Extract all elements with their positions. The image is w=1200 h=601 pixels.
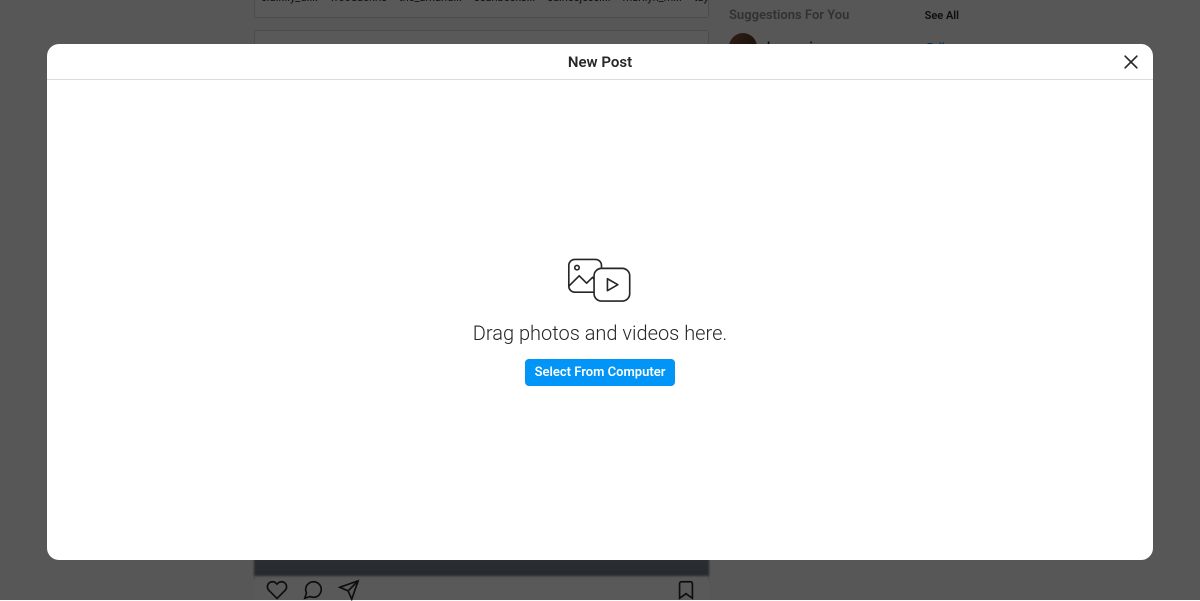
media-placeholder-icon <box>564 255 636 307</box>
drag-instruction-text: Drag photos and videos here. <box>473 321 727 345</box>
modal-body[interactable]: Drag photos and videos here. Select From… <box>47 80 1153 560</box>
close-button[interactable] <box>1119 50 1143 74</box>
select-from-computer-button[interactable]: Select From Computer <box>525 359 676 386</box>
close-icon <box>1121 52 1141 72</box>
new-post-modal: New Post Drag photos and videos here. Se… <box>47 44 1153 560</box>
modal-header: New Post <box>47 44 1153 80</box>
modal-title: New Post <box>568 53 632 71</box>
